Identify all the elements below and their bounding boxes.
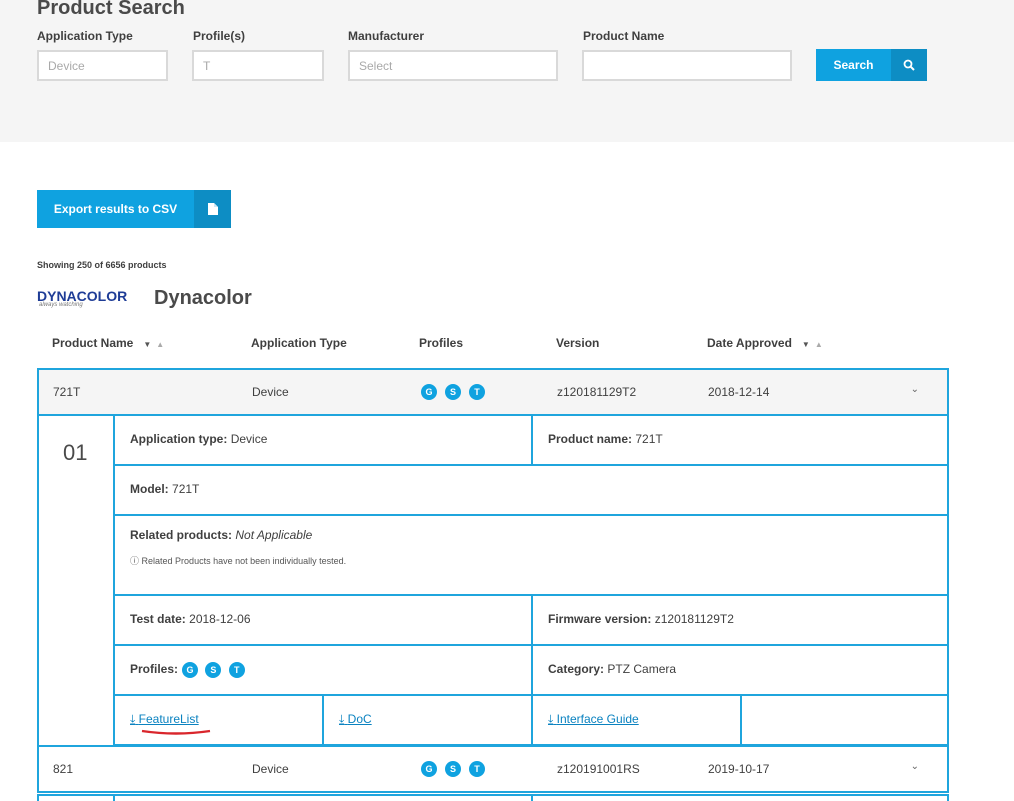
interface-guide-link[interactable]: ⤓ Interface Guide	[548, 712, 639, 726]
detail-firmware: Firmware version: z120181129T2	[533, 596, 947, 646]
detail-test-date: Test date: 2018-12-06	[115, 596, 533, 646]
profiles-label: Profile(s)	[193, 29, 246, 43]
search-button[interactable]: Search	[816, 49, 927, 81]
profile-badge: T	[469, 384, 485, 400]
featurelist-label: FeatureList	[138, 712, 199, 726]
chevron-down-icon[interactable]: ⌄	[911, 761, 919, 772]
row-version: z120181129T2	[557, 385, 637, 399]
application-type-value: Device	[230, 432, 268, 446]
featurelist-cell: ⤓ FeatureList	[115, 696, 324, 746]
detail-category: Category: PTZ Camera	[533, 646, 947, 696]
profile-badge: T	[228, 662, 245, 678]
model-key: Model:	[130, 482, 169, 496]
column-product-name-label: Product Name	[52, 336, 134, 350]
profile-badge: G	[421, 384, 437, 400]
profile-badge: T	[469, 761, 485, 777]
export-csv-label: Export results to CSV	[53, 202, 178, 216]
next-row-edge	[37, 794, 949, 801]
interface-guide-label: Interface Guide	[556, 712, 639, 726]
profile-badge: G	[182, 662, 199, 678]
product-name-label: Product Name	[583, 29, 665, 43]
detail-application-type: Application type: Device	[115, 416, 533, 466]
profile-badge: G	[421, 761, 437, 777]
search-icon	[891, 49, 927, 81]
column-profiles: Profiles	[419, 336, 464, 350]
page-title: Product Search	[37, 0, 185, 19]
download-icon: ⤓	[548, 712, 554, 726]
detail-index: 01	[63, 440, 88, 465]
detail-product-name: Product name: 721T	[533, 416, 947, 466]
profile-badge: S	[445, 384, 461, 400]
search-panel: Product Search Application Type Device P…	[0, 0, 1014, 142]
row-date: 2018-12-14	[708, 385, 770, 399]
detail-related-products: Related products: Not Applicable ⓘ Relat…	[115, 516, 947, 596]
detail-model: Model: 721T	[115, 466, 947, 516]
test-date-key: Test date:	[130, 612, 186, 626]
doc-link[interactable]: ⤓ DoC	[339, 712, 372, 726]
column-application-type: Application Type	[251, 336, 347, 350]
row-product-name: 721T	[53, 385, 81, 399]
export-csv-button[interactable]: Export results to CSV	[37, 190, 231, 228]
related-note: ⓘ Related Products have not been individ…	[130, 554, 947, 567]
doc-label: DoC	[347, 712, 372, 726]
application-type-key: Application type:	[130, 432, 228, 446]
results-count: Showing 250 of 6656 products	[37, 260, 167, 270]
download-icon: ⤓	[339, 712, 345, 726]
related-key: Related products:	[130, 528, 233, 542]
info-icon: ⓘ	[130, 556, 140, 566]
next-row-divider	[531, 796, 533, 801]
manufacturer-select[interactable]: Select	[348, 50, 558, 81]
application-type-label: Application Type	[37, 29, 133, 43]
column-date-approved-label: Date Approved	[707, 336, 792, 350]
doc-cell: ⤓ DoC	[324, 696, 533, 746]
manufacturer-label: Manufacturer	[348, 29, 425, 43]
firmware-value: z120181129T2	[654, 612, 734, 626]
download-icon: ⤓	[130, 712, 136, 726]
row-profiles: G S T	[421, 761, 485, 777]
profiles-key: Profiles:	[130, 662, 179, 677]
profiles-select[interactable]: T	[192, 50, 324, 81]
row-application-type: Device	[252, 385, 289, 399]
detail-profiles: Profiles: G S T	[115, 646, 533, 696]
product-name-input[interactable]	[582, 50, 792, 81]
search-button-label: Search	[833, 58, 874, 72]
logo-tagline: always watching	[39, 302, 83, 308]
detail-index-column: 01	[39, 416, 115, 746]
featurelist-link[interactable]: ⤓ FeatureList	[130, 712, 199, 726]
firmware-key: Firmware version:	[548, 612, 652, 626]
related-note-text: Related Products have not been individua…	[141, 556, 347, 566]
row-product-name: 821	[53, 762, 74, 776]
sort-icon[interactable]: ▼ ▲	[143, 340, 164, 349]
sort-icon[interactable]: ▼ ▲	[802, 340, 823, 349]
model-value: 721T	[172, 482, 200, 496]
file-icon	[194, 190, 231, 228]
category-key: Category:	[548, 662, 605, 676]
row-profiles: G S T	[421, 384, 485, 400]
product-name-value: 721T	[635, 432, 663, 446]
empty-cell	[742, 696, 947, 746]
column-date-approved[interactable]: Date Approved ▼ ▲	[707, 336, 823, 350]
column-product-name[interactable]: Product Name ▼ ▲	[52, 336, 164, 350]
column-version: Version	[556, 336, 600, 350]
row-date: 2019-10-17	[708, 762, 770, 776]
related-value: Not Applicable	[235, 528, 313, 542]
category-value: PTZ Camera	[607, 662, 677, 676]
product-detail: 01 Application type: Device Product name…	[37, 416, 949, 746]
row-application-type: Device	[252, 762, 289, 776]
table-row[interactable]: 721T Device G S T z120181129T2 2018-12-1…	[37, 368, 949, 416]
profile-badge: S	[445, 761, 461, 777]
interface-guide-cell: ⤓ Interface Guide	[533, 696, 742, 746]
red-annotation-underline	[141, 729, 211, 735]
application-type-select[interactable]: Device	[37, 50, 168, 81]
next-row-divider	[113, 796, 115, 801]
test-date-value: 2018-12-06	[189, 612, 251, 626]
chevron-down-icon[interactable]: ⌄	[911, 384, 919, 395]
product-name-key: Product name:	[548, 432, 633, 446]
table-row[interactable]: 821 Device G S T z120191001RS 2019-10-17…	[37, 745, 949, 793]
manufacturer-heading: Dynacolor	[154, 287, 252, 309]
row-version: z120191001RS	[557, 762, 640, 776]
profile-badge: S	[205, 662, 222, 678]
dynacolor-logo: DYNACOLOR always watching	[37, 288, 137, 312]
